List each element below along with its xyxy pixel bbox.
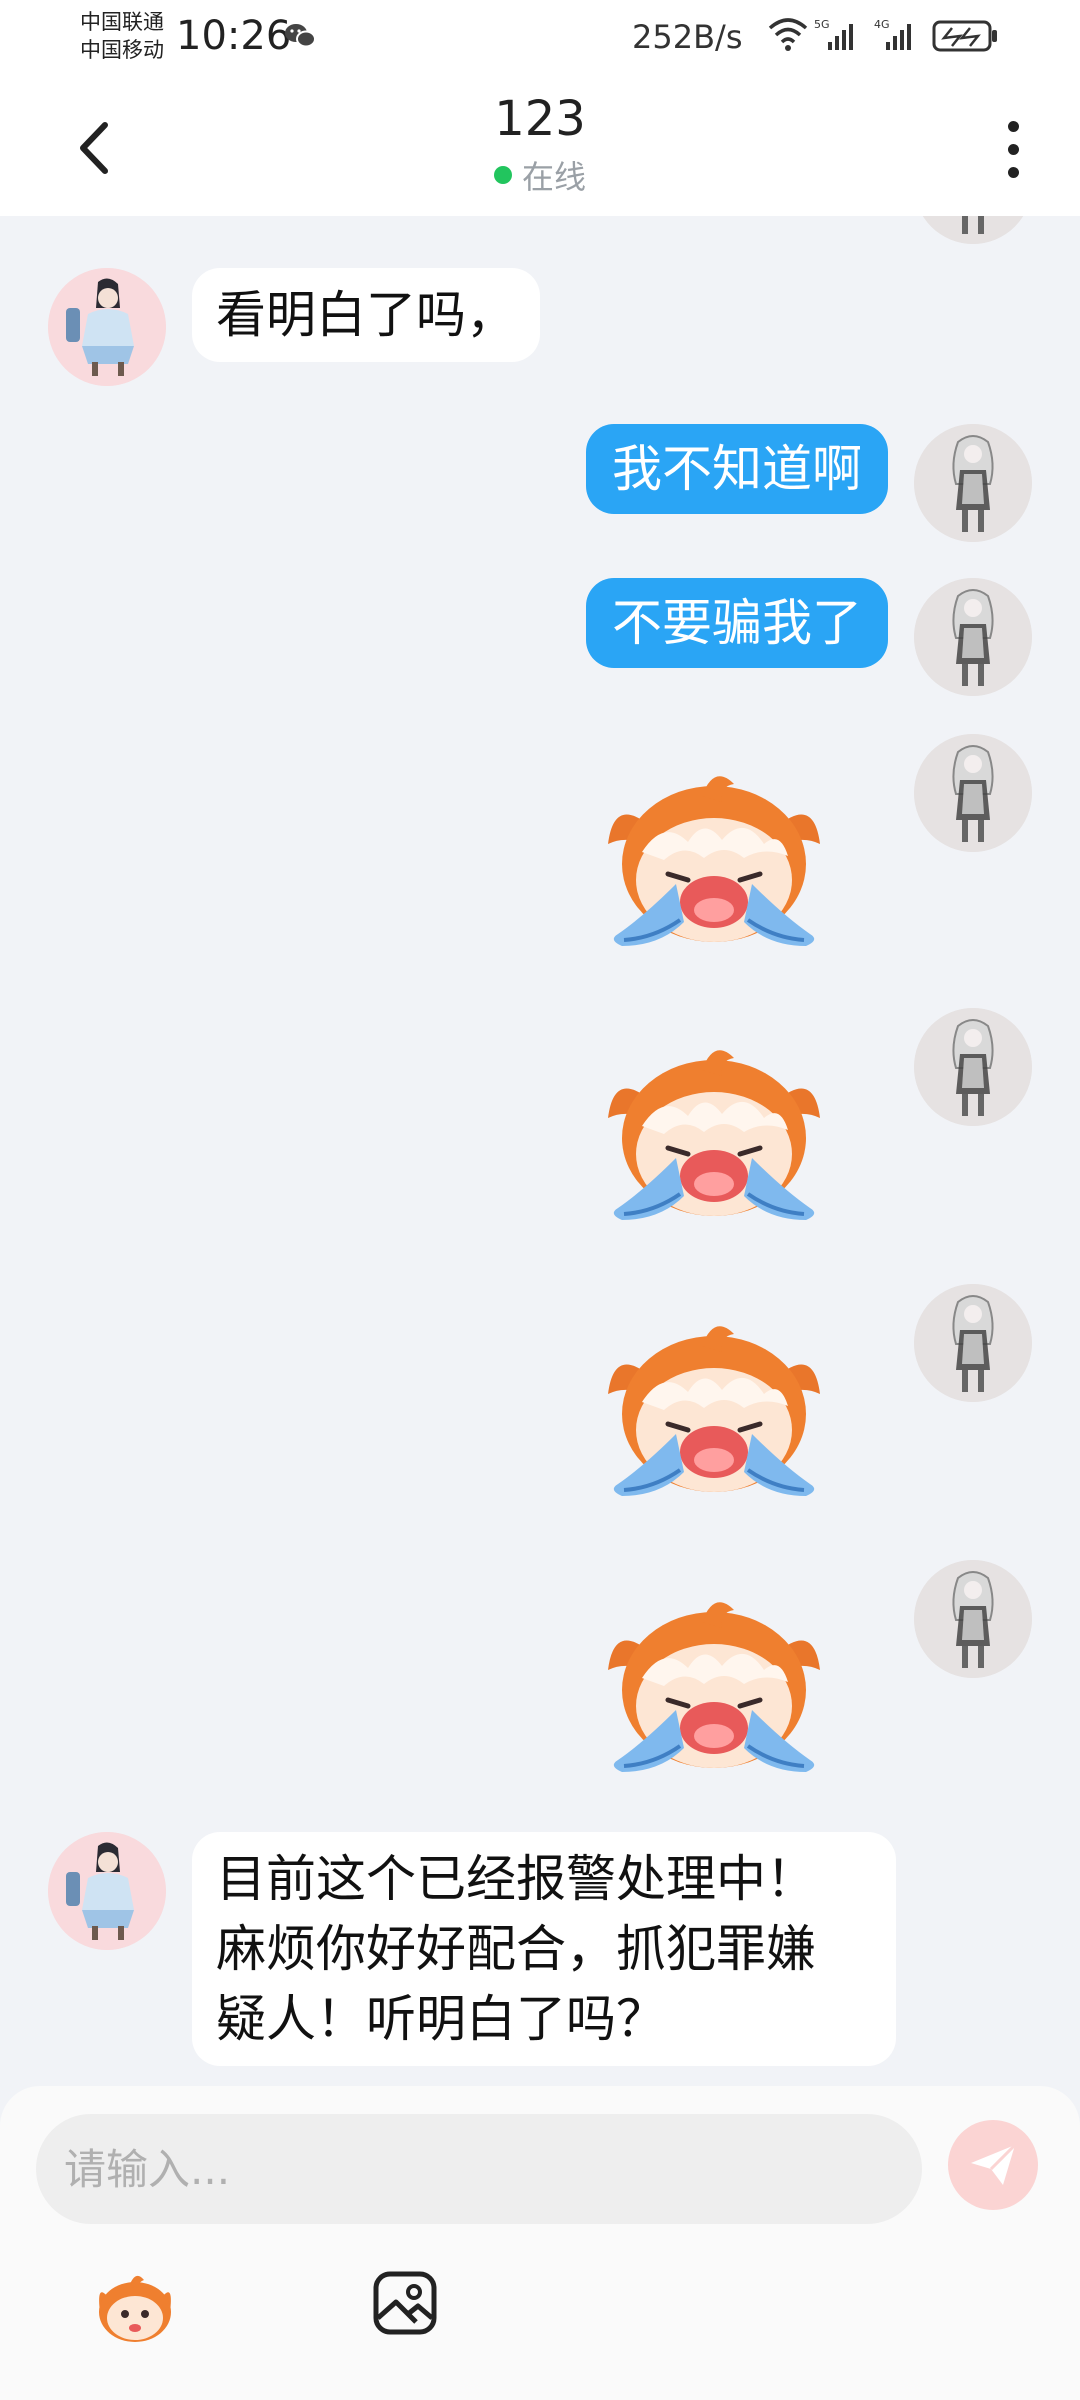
crying-fox-sticker[interactable]	[584, 756, 844, 956]
status-bar: 中国联通 中国移动 10:26 252B/s 5G 4G	[0, 0, 1080, 78]
message-bubble-outgoing[interactable]: 不要骗我了	[586, 578, 888, 668]
carrier-info: 中国联通 中国移动	[80, 8, 164, 64]
more-options-button[interactable]	[988, 112, 1038, 186]
avatar-contact[interactable]	[48, 1832, 166, 1950]
avatar-self[interactable]	[914, 1284, 1032, 1402]
send-button[interactable]	[948, 2120, 1038, 2210]
message-bubble-incoming[interactable]: 目前这个已经报警处理中！ 麻烦你好好配合，抓犯罪嫌 疑人！听明白了吗？	[192, 1832, 896, 2066]
message-input[interactable]	[36, 2114, 922, 2224]
online-status: 在线	[340, 152, 740, 198]
network-speed: 252B/s	[632, 18, 743, 56]
avatar-self[interactable]	[914, 734, 1032, 852]
avatar-contact[interactable]	[48, 268, 166, 386]
signal-2-label: 4G	[874, 18, 890, 31]
input-panel	[0, 2086, 1080, 2400]
chevron-left-icon	[80, 122, 108, 174]
message-bubble-outgoing[interactable]: 我不知道啊	[586, 424, 888, 514]
status-time: 10:26	[176, 13, 292, 59]
more-vertical-icon	[1007, 120, 1019, 132]
wechat-icon	[285, 24, 316, 48]
online-status-label: 在线	[521, 158, 586, 196]
message-line: 疑人！听明白了吗？	[216, 1990, 666, 2048]
avatar-self[interactable]	[914, 1560, 1032, 1678]
message-list[interactable]: 看明白了吗， 我不知道啊 不要骗我了 目前这个已经报警处理中！ 麻烦你好好配合，…	[0, 216, 1080, 2086]
online-dot-icon	[493, 166, 512, 184]
wifi-icon	[768, 18, 808, 51]
back-button[interactable]	[64, 108, 124, 188]
avatar-self[interactable]	[914, 424, 1032, 542]
message-line: 麻烦你好好配合，抓犯罪嫌	[216, 1920, 816, 1978]
sticker-icon[interactable]	[92, 2270, 178, 2346]
battery-charging-icon	[932, 20, 997, 52]
carrier-1-label: 中国联通	[80, 10, 164, 34]
crying-fox-sticker[interactable]	[584, 1582, 844, 1782]
crying-fox-sticker[interactable]	[584, 1030, 844, 1230]
carrier-2-label: 中国移动	[80, 38, 164, 62]
avatar-self[interactable]	[914, 578, 1032, 696]
message-input-wrapper[interactable]	[36, 2114, 922, 2224]
signal-icon	[828, 24, 853, 50]
message-line: 目前这个已经报警处理中！	[216, 1850, 816, 1908]
image-icon[interactable]	[372, 2270, 438, 2336]
message-bubble-incoming[interactable]: 看明白了吗，	[192, 268, 540, 362]
avatar-self[interactable]	[914, 1008, 1032, 1126]
signal-1-label: 5G	[814, 18, 830, 31]
avatar-self-partial	[914, 216, 1032, 244]
crying-fox-sticker[interactable]	[584, 1306, 844, 1506]
signal-icons: 5G 4G	[768, 18, 997, 52]
chat-header: 123 在线	[0, 78, 1080, 216]
chat-title: 123	[494, 91, 586, 147]
send-icon	[971, 2143, 1017, 2185]
